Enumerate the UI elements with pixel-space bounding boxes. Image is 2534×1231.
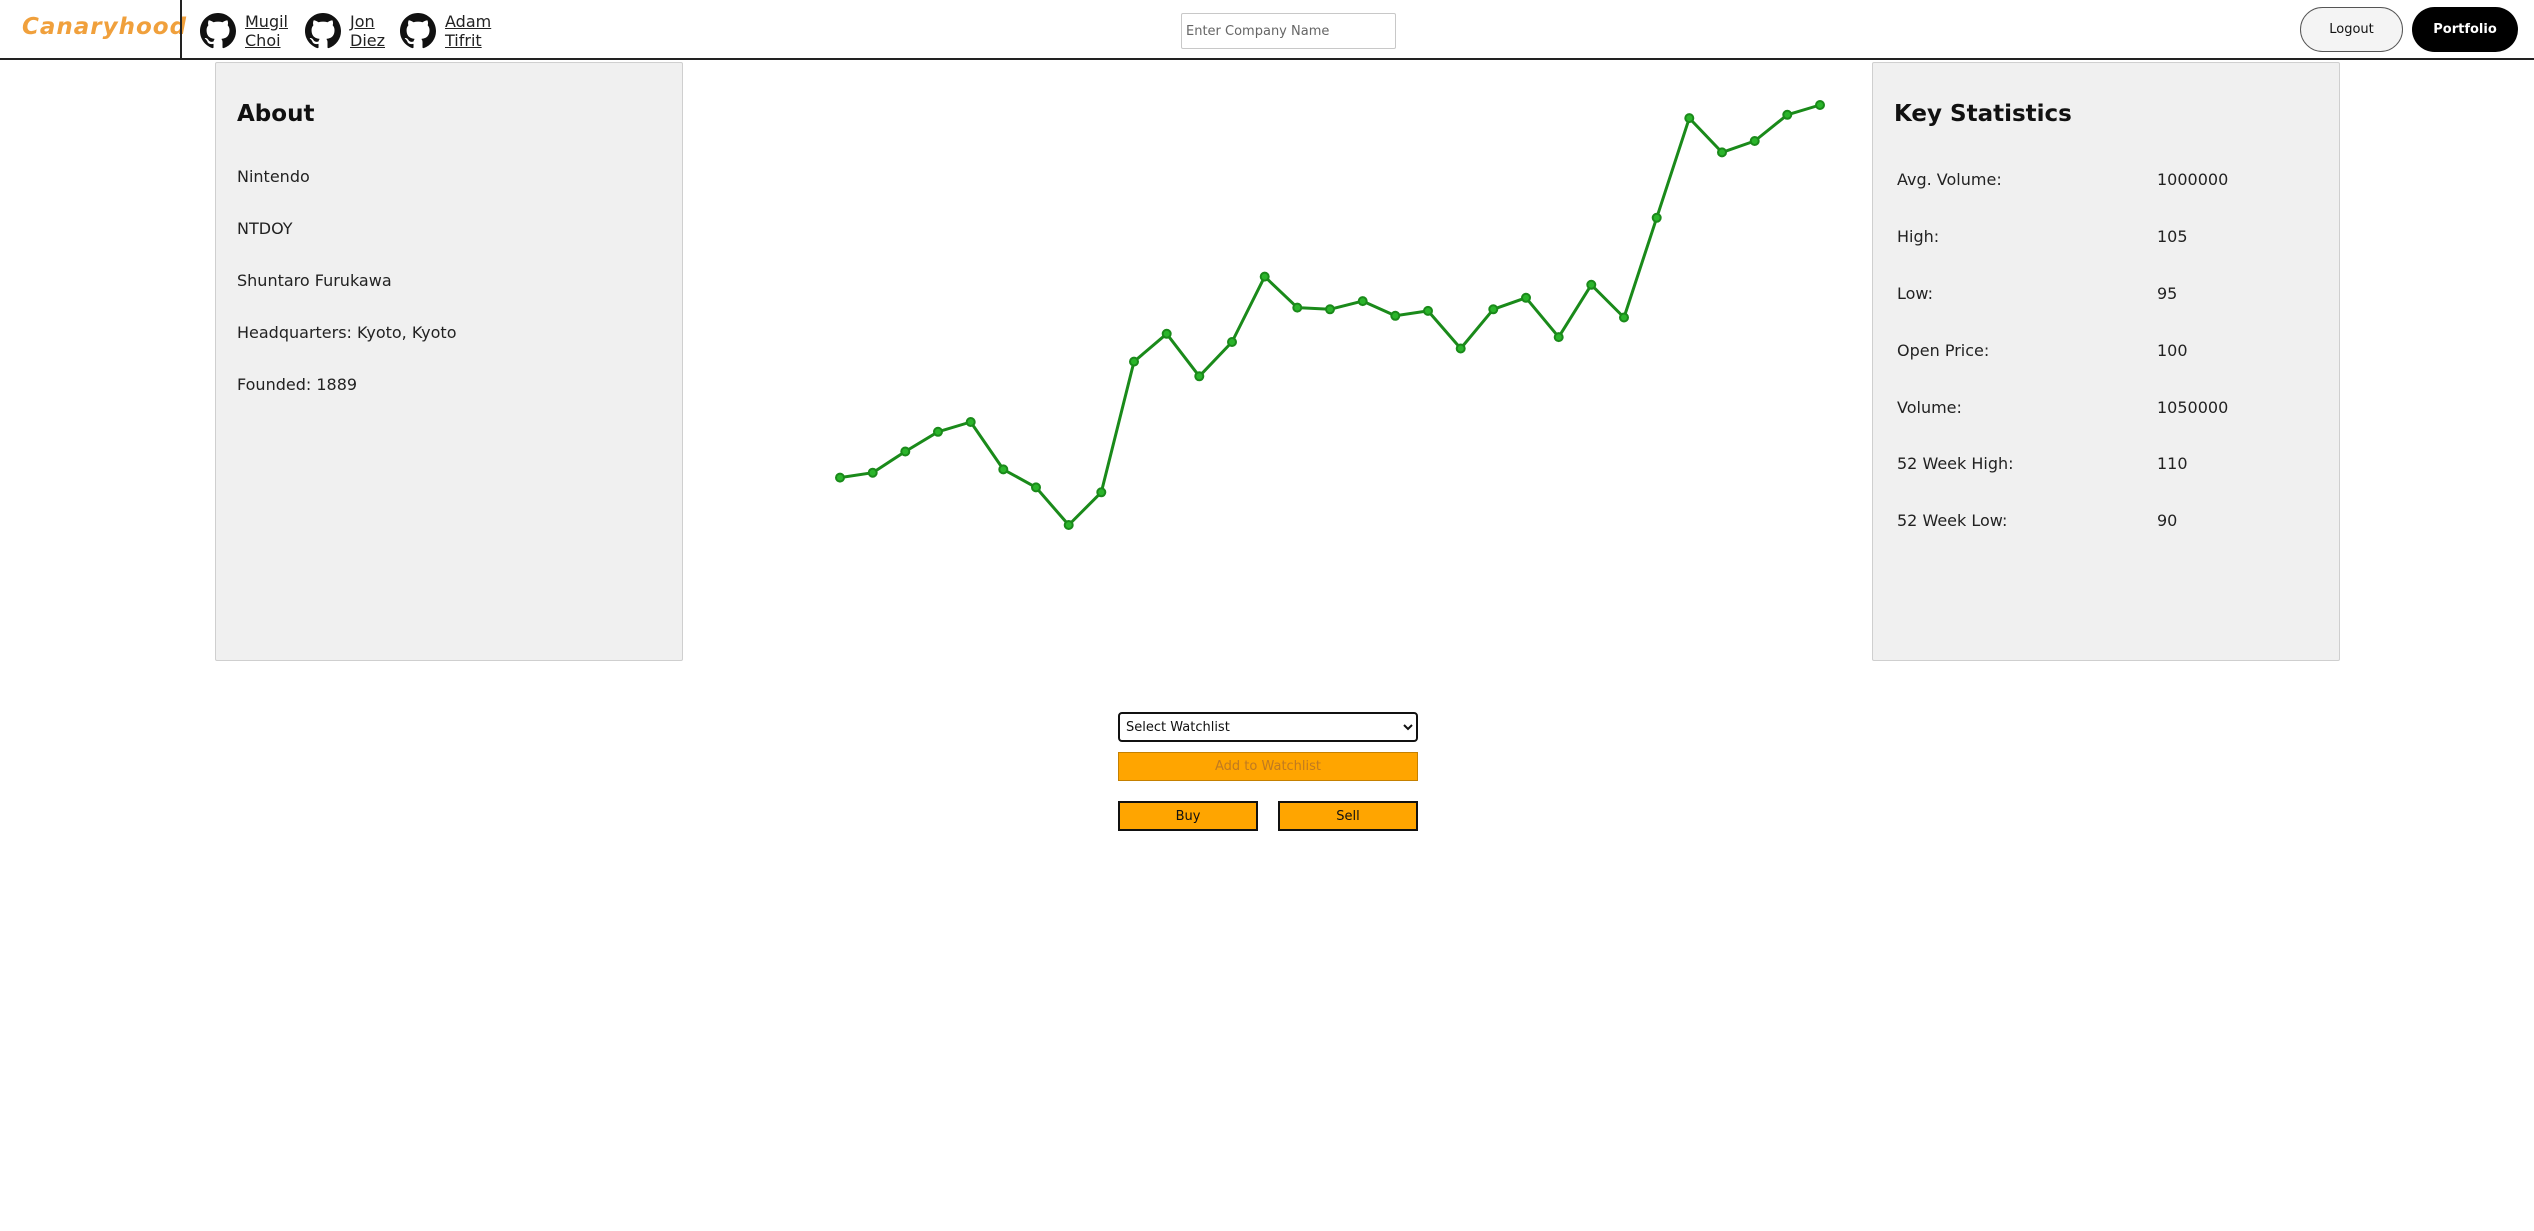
chart-point-13 (1227, 337, 1237, 347)
chart-point-30 (1782, 109, 1793, 120)
stat-value-volume: 1050000 (2157, 398, 2229, 417)
author-name[interactable]: Jon Diez (350, 12, 390, 50)
github-icon (305, 13, 341, 49)
chart-point-25 (1619, 312, 1629, 323)
key-statistics-panel: Key Statistics Avg. Volume: 1000000 High… (1872, 62, 2340, 661)
chart-point-15 (1292, 302, 1303, 313)
chart-point-20 (1455, 343, 1466, 354)
portfolio-button[interactable]: Portfolio (2412, 7, 2518, 52)
company-headquarters: Headquarters: Kyoto, Kyoto (237, 323, 457, 342)
logout-button[interactable]: Logout (2300, 7, 2403, 52)
sell-button[interactable]: Sell (1278, 801, 1418, 831)
author-link-1[interactable]: Mugil Choi (200, 10, 305, 52)
chart-point-12 (1194, 371, 1205, 382)
company-ceo: Shuntaro Furukawa (237, 271, 392, 290)
stat-value-52-week-high: 110 (2157, 454, 2188, 473)
chart-point-24 (1586, 279, 1597, 290)
chart-point-11 (1161, 328, 1172, 339)
author-link-3[interactable]: Adam Tifrit (400, 10, 505, 52)
chart-point-18 (1390, 310, 1401, 321)
chart-point-1 (835, 472, 845, 483)
company-name: Nintendo (237, 167, 310, 186)
chart-point-17 (1357, 296, 1368, 307)
stat-value-open-price: 100 (2157, 341, 2188, 360)
about-title: About (237, 101, 315, 127)
about-panel: About Nintendo NTDOY Shuntaro Furukawa H… (215, 62, 683, 661)
stat-label-low: Low: (1897, 284, 1934, 303)
price-line-chart (835, 100, 1825, 530)
author-link-2[interactable]: Jon Diez (305, 10, 390, 52)
author-name[interactable]: Mugil Choi (245, 12, 305, 50)
author-name[interactable]: Adam Tifrit (445, 12, 505, 50)
chart-point-4 (933, 426, 943, 437)
stat-label-high: High: (1897, 227, 1940, 246)
buy-button[interactable]: Buy (1118, 801, 1258, 831)
chart-point-16 (1325, 304, 1335, 315)
price-series-line (839, 103, 1821, 527)
company-search-input[interactable] (1181, 13, 1396, 49)
stat-label-52-week-high: 52 Week High: (1897, 454, 2014, 473)
chart-point-2 (867, 467, 878, 478)
chart-point-14 (1259, 271, 1270, 282)
stat-value-high: 105 (2157, 227, 2188, 246)
chart-point-26 (1651, 212, 1662, 223)
chart-point-6 (998, 464, 1009, 475)
chart-point-21 (1488, 304, 1499, 315)
chart-point-31 (1815, 100, 1825, 110)
github-icon (400, 13, 436, 49)
stat-label-volume: Volume: (1897, 398, 1962, 417)
chart-point-10 (1129, 356, 1139, 367)
github-icon (200, 13, 236, 49)
chart-point-8 (1063, 520, 1074, 530)
add-to-watchlist-button[interactable]: Add to Watchlist (1118, 752, 1418, 781)
stat-value-52-week-low: 90 (2157, 511, 2178, 530)
app-logo[interactable]: Canaryhood (22, 14, 187, 40)
chart-point-19 (1423, 305, 1433, 316)
company-ticker: NTDOY (237, 219, 293, 238)
chart-point-9 (1096, 487, 1107, 498)
chart-point-22 (1521, 292, 1531, 303)
chart-point-23 (1553, 332, 1564, 343)
price-series-points (835, 100, 1825, 530)
stat-label-52-week-low: 52 Week Low: (1897, 511, 2008, 530)
stat-value-avg-volume: 1000000 (2157, 170, 2229, 189)
stat-label-open-price: Open Price: (1897, 341, 1990, 360)
chart-point-5 (965, 417, 976, 427)
company-founded: Founded: 1889 (237, 375, 358, 394)
top-navigation-bar: Canaryhood Mugil Choi Jon Diez Adam Tifr… (0, 0, 2534, 60)
watchlist-select[interactable]: Select Watchlist (1118, 712, 1418, 742)
stats-title: Key Statistics (1894, 101, 2072, 127)
chart-point-27 (1684, 113, 1695, 124)
chart-point-3 (900, 446, 911, 457)
chart-point-28 (1717, 147, 1727, 158)
logo-divider (180, 0, 182, 60)
chart-point-29 (1749, 136, 1760, 146)
stat-value-low: 95 (2157, 284, 2178, 303)
stat-label-avg-volume: Avg. Volume: (1897, 170, 2002, 189)
chart-point-7 (1031, 482, 1041, 493)
